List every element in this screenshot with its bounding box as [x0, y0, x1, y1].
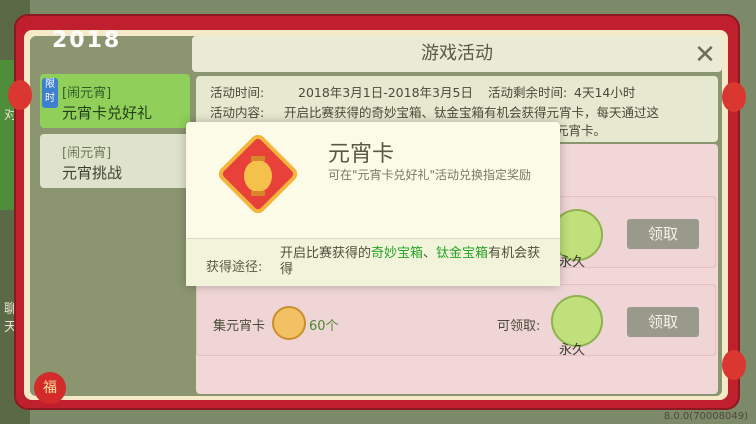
window-title: 游戏活动	[421, 43, 493, 64]
fu-icon: 福	[34, 372, 66, 404]
close-icon: ✕	[694, 40, 716, 70]
remaining-time-value: 4天14小时	[574, 85, 636, 100]
popup-source-text: 开启比赛获得的奇妙宝箱、钛金宝箱有机会获得	[280, 246, 548, 278]
activity-content-label: 活动内容:	[210, 105, 265, 120]
limited-badge: 限时	[42, 78, 58, 108]
year-banner: 2018	[52, 28, 122, 53]
row-label: 集元宵卡	[213, 319, 266, 334]
tab-yuanxiao-card-exchange[interactable]: 限时 [闹元宵] 元宵卡兑好礼	[40, 74, 190, 128]
item-popup: 元宵卡 可在"元宵卡兑好礼"活动兑换指定奖励 获得途径: 开启比赛获得的奇妙宝箱…	[186, 122, 560, 286]
lantern-icon	[722, 350, 746, 380]
activity-time-value: 2018年3月1日-2018年3月5日	[298, 85, 473, 100]
title-bar: 游戏活动	[192, 36, 722, 72]
remaining-time-label: 活动剩余时间:	[488, 85, 568, 100]
reward-duration: 永久	[559, 343, 586, 358]
activity-content-2: 元宵卡。	[556, 123, 607, 138]
yuanxiao-card-icon	[218, 134, 298, 214]
card-count: 60个	[309, 319, 339, 334]
popup-source-label: 获得途径:	[206, 260, 263, 275]
close-button[interactable]: ✕	[690, 40, 720, 70]
reward-duration: 永久	[559, 255, 586, 270]
activity-time-label: 活动时间:	[210, 85, 265, 100]
source-sep: 、	[423, 246, 437, 261]
source-box-1: 奇妙宝箱	[371, 246, 424, 261]
tab-tag: [闹元宵]	[62, 146, 112, 161]
claim-button[interactable]: 领取	[627, 219, 699, 249]
popup-description: 可在"元宵卡兑好礼"活动兑换指定奖励	[328, 168, 532, 182]
version-label: 8.0.0(70008049)	[663, 411, 748, 422]
tab-label: 元宵卡兑好礼	[62, 104, 153, 122]
activity-content-1: 开启比赛获得的奇妙宝箱、钛金宝箱有机会获得元宵卡，每天通过这	[284, 105, 660, 120]
popup-title: 元宵卡	[328, 142, 395, 167]
lantern-icon	[8, 80, 32, 110]
claim-button[interactable]: 领取	[627, 307, 699, 337]
yuanxiao-card-small-icon	[272, 306, 306, 340]
lantern-icon	[722, 82, 746, 112]
source-prefix: 开启比赛获得的	[280, 246, 372, 261]
tab-yuanxiao-challenge[interactable]: [闹元宵] 元宵挑战	[40, 134, 190, 188]
tab-tag: [闹元宵]	[62, 86, 112, 101]
tab-label: 元宵挑战	[62, 164, 123, 182]
source-box-2: 钛金宝箱	[436, 246, 489, 261]
available-label: 可领取:	[497, 319, 541, 334]
